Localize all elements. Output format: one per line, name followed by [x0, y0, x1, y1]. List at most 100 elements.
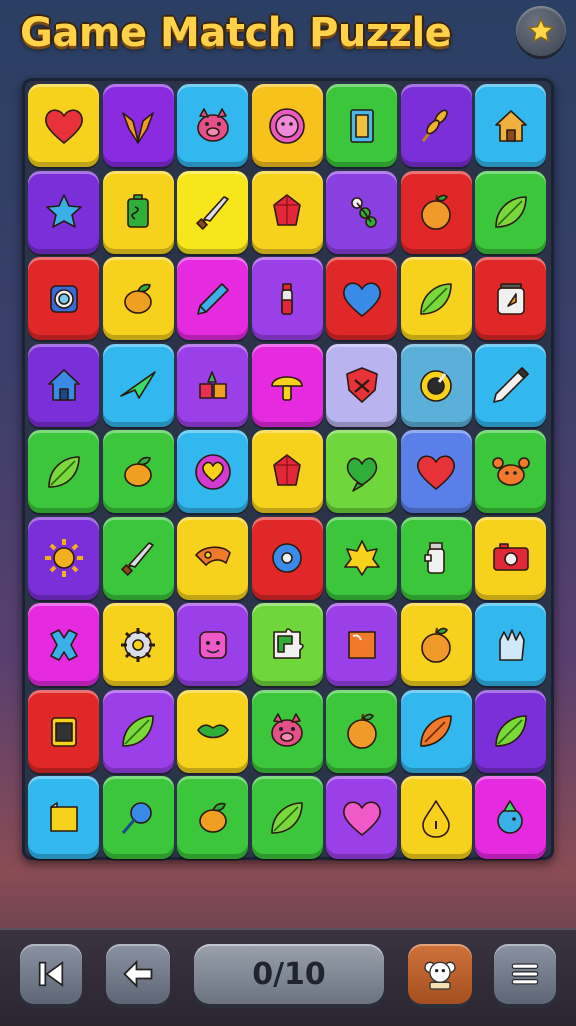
face-icon	[198, 630, 227, 659]
sun-icon	[44, 539, 83, 577]
tile-heart-pink[interactable]	[326, 776, 397, 859]
tile-pig[interactable]	[177, 84, 248, 167]
tile-box[interactable]	[326, 603, 397, 686]
tile-wheat[interactable]	[400, 84, 472, 167]
tile-flower-blue[interactable]	[102, 776, 174, 859]
horn-icon	[194, 546, 231, 566]
tile-fox[interactable]	[102, 84, 174, 167]
heart-pink-icon	[342, 800, 381, 836]
star-button[interactable]	[516, 6, 566, 56]
leaf-icon	[494, 196, 527, 228]
drop-icon	[422, 799, 450, 838]
tile-leaf[interactable]	[251, 776, 323, 859]
fruit-icon	[124, 456, 152, 487]
tile-camera[interactable]	[475, 516, 546, 600]
tile-heart-blue[interactable]	[326, 257, 397, 340]
plane-icon	[120, 371, 156, 399]
tile-leaf[interactable]	[475, 170, 546, 254]
heart-icon	[44, 108, 83, 144]
tile-gear[interactable]	[102, 603, 174, 686]
tile-heart-bubble-green[interactable]	[326, 430, 397, 513]
tile-leaf[interactable]	[102, 689, 174, 773]
tile-apple[interactable]	[400, 170, 472, 254]
battery-icon	[127, 194, 149, 228]
tile-crab[interactable]	[475, 430, 546, 513]
tile-mushroom[interactable]	[251, 343, 323, 427]
tile-blocks[interactable]	[177, 343, 248, 427]
tile-hydrant[interactable]	[400, 516, 472, 600]
tile-star-sun[interactable]	[326, 516, 397, 600]
tile-fruit[interactable]	[177, 776, 248, 859]
beads-icon	[350, 197, 377, 228]
tile-sun[interactable]	[28, 516, 99, 600]
tile-flower[interactable]	[251, 516, 323, 600]
tile-shield[interactable]	[326, 343, 397, 427]
tile-leaf[interactable]	[475, 689, 546, 773]
lips-icon	[196, 724, 229, 739]
tile-face[interactable]	[177, 603, 248, 686]
box-icon	[347, 630, 376, 659]
tile-apple[interactable]	[326, 689, 397, 773]
tile-sword[interactable]	[102, 516, 174, 600]
game-board	[22, 78, 554, 860]
tile-plane[interactable]	[102, 343, 174, 427]
game-title: Game Match Puzzle	[20, 10, 452, 56]
tile-leaf[interactable]	[28, 430, 99, 513]
seed-icon	[420, 715, 452, 747]
tile-heart[interactable]	[28, 84, 99, 167]
tile-fruit[interactable]	[102, 430, 174, 513]
tile-horn[interactable]	[177, 516, 248, 600]
tile-glove[interactable]	[475, 603, 546, 686]
score-display: 0/10	[194, 944, 384, 1004]
tile-beads[interactable]	[326, 170, 397, 254]
tile-heart[interactable]	[400, 430, 472, 513]
star-icon	[45, 194, 82, 228]
leaf-icon	[494, 715, 527, 747]
tile-cross[interactable]	[28, 603, 99, 686]
tile-fruit[interactable]	[102, 257, 174, 340]
shield-icon	[345, 367, 378, 403]
tile-leaf[interactable]	[400, 257, 472, 340]
house-blue-icon	[47, 369, 80, 401]
arrow-left-icon	[123, 959, 153, 989]
tile-drop[interactable]	[400, 776, 472, 859]
tile-seed[interactable]	[400, 689, 472, 773]
tile-pencil[interactable]	[177, 257, 248, 340]
tile-house-blue[interactable]	[28, 343, 99, 427]
tile-battery[interactable]	[102, 170, 174, 254]
tile-ring[interactable]	[400, 343, 472, 427]
tile-lips[interactable]	[177, 689, 248, 773]
heart-bubble-green-icon	[346, 457, 377, 492]
star-sun-icon	[343, 540, 380, 576]
back-button[interactable]	[106, 944, 170, 1004]
tile-gem[interactable]	[251, 430, 323, 513]
wheat-icon	[421, 109, 449, 142]
bottle-icon	[281, 282, 293, 315]
tile-gem[interactable]	[251, 170, 323, 254]
tile-pen[interactable]	[475, 343, 546, 427]
puzzle-icon	[273, 627, 304, 659]
skip-back-button[interactable]	[20, 944, 82, 1004]
hint-button[interactable]	[408, 944, 472, 1004]
star-icon	[527, 17, 555, 43]
tile-pig[interactable]	[251, 689, 323, 773]
tile-house[interactable]	[475, 84, 546, 167]
tile-note[interactable]	[28, 776, 99, 859]
tile-bottle[interactable]	[251, 257, 323, 340]
tile-jar[interactable]	[475, 257, 546, 340]
tile-puzzle[interactable]	[251, 603, 323, 686]
tile-sword[interactable]	[177, 170, 248, 254]
leaf-icon	[47, 455, 80, 488]
house-icon	[494, 109, 527, 142]
tile-camera-lens[interactable]	[28, 257, 99, 340]
battery-dark-icon	[50, 717, 77, 747]
tile-heart-bubble[interactable]	[177, 430, 248, 513]
tile-sun-face[interactable]	[251, 84, 323, 167]
heart-icon	[417, 454, 455, 490]
tile-card[interactable]	[326, 84, 397, 167]
menu-button[interactable]	[494, 944, 556, 1004]
tile-battery-dark[interactable]	[28, 689, 99, 773]
tile-bird[interactable]	[475, 776, 546, 859]
tile-star[interactable]	[28, 170, 99, 254]
tile-apple[interactable]	[400, 603, 472, 686]
